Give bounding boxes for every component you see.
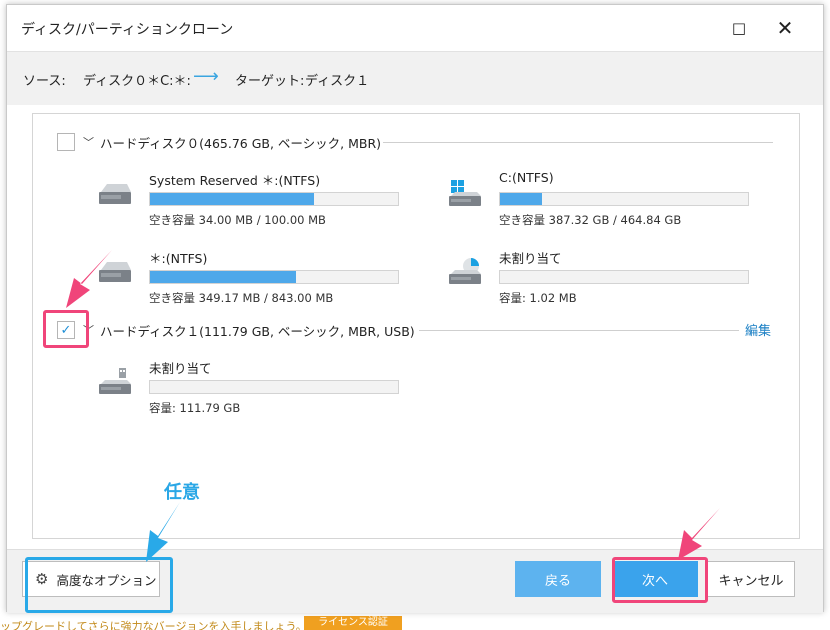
chevron-down-icon[interactable]: ﹀ <box>83 134 94 150</box>
pink-arrow-icon <box>66 250 112 308</box>
partition-capacity: 容量: 1.02 MB <box>499 291 577 305</box>
disk-1-title: ハードディスク１(111.79 GB, ベーシック, MBR, USB) <box>100 323 415 339</box>
blue-arrow-icon <box>146 502 180 562</box>
license-button[interactable]: ライセンス認証 <box>304 616 402 630</box>
partition-capacity: 空き容量 34.00 MB / 100.00 MB <box>149 213 326 227</box>
usage-bar <box>149 270 399 284</box>
partition-name: ＊:(NTFS) <box>149 251 208 266</box>
unallocated-drive-icon <box>449 258 481 284</box>
usb-drive-icon <box>99 368 131 394</box>
divider <box>383 142 773 143</box>
partition-name: 未割り当て <box>499 251 562 266</box>
partition-name: 未割り当て <box>149 361 212 376</box>
usage-bar <box>149 192 399 206</box>
usage-bar <box>149 380 399 394</box>
disk-0-header: ﹀ ハードディスク０(465.76 GB, ベーシック, MBR) <box>57 132 381 152</box>
usage-bar-fill <box>150 193 314 205</box>
partition-system-reserved[interactable]: System Reserved ＊:(NTFS) 空き容量 34.00 MB /… <box>97 170 407 230</box>
background-promo-text: ップグレードしてさらに強力なバージョンを入手しましょう。 <box>0 620 307 630</box>
disk-0-title: ハードディスク０(465.76 GB, ベーシック, MBR) <box>100 135 382 151</box>
close-button[interactable]: ✕ <box>765 13 805 43</box>
partition-capacity: 空き容量 387.32 GB / 464.84 GB <box>499 213 682 227</box>
maximize-button[interactable]: □ <box>719 13 759 43</box>
windows-drive-icon <box>449 180 481 206</box>
cancel-button[interactable]: キャンセル <box>707 561 795 597</box>
edit-link[interactable]: 編集 <box>745 320 771 339</box>
partition-unallocated[interactable]: 未割り当て 容量: 1.02 MB <box>447 248 757 308</box>
usage-bar-fill <box>500 193 543 205</box>
partition-c[interactable]: C:(NTFS) 空き容量 387.32 GB / 464.84 GB <box>447 170 757 230</box>
arrow-right-icon: ⟶ <box>193 66 219 87</box>
disk-list-panel: ﹀ ハードディスク０(465.76 GB, ベーシック, MBR) System… <box>32 113 800 539</box>
usage-bar-fill <box>150 271 297 283</box>
target-value: ディスク１ <box>305 74 370 89</box>
partition-capacity: 容量: 111.79 GB <box>149 401 241 415</box>
disk-0-checkbox[interactable] <box>57 133 75 151</box>
usage-bar <box>499 270 749 284</box>
checkbox-highlight <box>43 310 89 348</box>
source-label: ソース: <box>23 74 66 89</box>
divider <box>419 330 739 331</box>
advanced-highlight <box>25 557 173 613</box>
dialog-title: ディスク/パーティションクローン <box>21 22 234 38</box>
partition-name: System Reserved ＊:(NTFS) <box>149 173 321 188</box>
next-highlight <box>612 557 708 603</box>
source-value: ディスク０＊C:＊: <box>83 74 191 89</box>
back-button[interactable]: 戻る <box>515 561 601 597</box>
drive-icon <box>99 184 131 204</box>
partition-disk1-unallocated[interactable]: 未割り当て 容量: 111.79 GB <box>97 358 407 418</box>
disk-1-header: ✓ ﹀ ハードディスク１(111.79 GB, ベーシック, MBR, USB) <box>57 320 415 340</box>
pink-arrow-icon <box>678 508 720 560</box>
usage-bar <box>499 192 749 206</box>
target-label: ターゲット: <box>235 74 305 89</box>
partition-capacity: 空き容量 349.17 MB / 843.00 MB <box>149 291 334 305</box>
partition-unnamed[interactable]: ＊:(NTFS) 空き容量 349.17 MB / 843.00 MB <box>97 248 407 308</box>
source-target-bar: ソース: ディスク０＊C:＊: ⟶ ターゲット: ディスク１ <box>7 51 823 105</box>
partition-name: C:(NTFS) <box>499 170 554 185</box>
title-bar: ディスク/パーティションクローン □ ✕ <box>7 5 823 51</box>
